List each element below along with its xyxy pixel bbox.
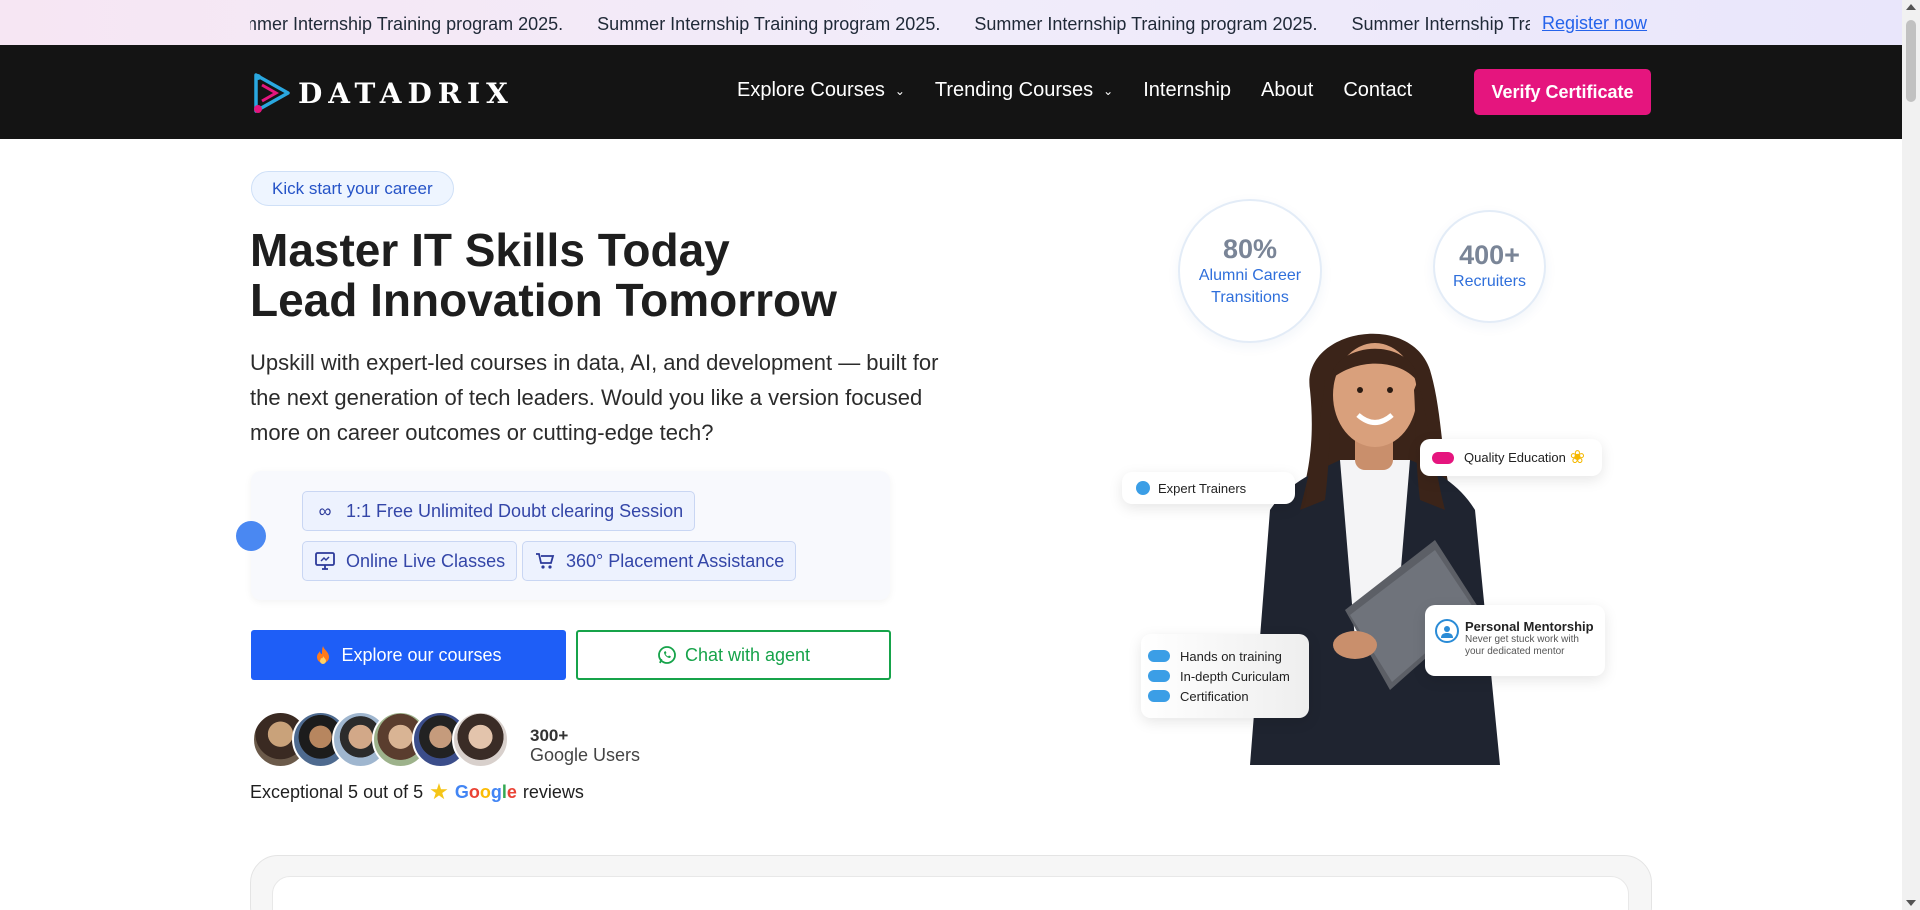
review-suffix: reviews xyxy=(522,781,584,802)
avatar xyxy=(452,711,509,768)
page-scrollbar[interactable] xyxy=(1902,0,1920,910)
nav-trending-courses[interactable]: Trending Courses ⌄ xyxy=(935,79,1113,102)
stat-value: 80% xyxy=(1222,233,1278,264)
users-count: 300+ xyxy=(530,726,569,745)
explore-courses-button[interactable]: Explore our courses xyxy=(251,630,566,680)
register-now-link[interactable]: Register now xyxy=(1542,13,1647,34)
google-reviews: Exceptional 5 out of 5 ★ Google reviews xyxy=(250,779,584,805)
cart-icon xyxy=(534,550,556,572)
floating-blue-dot xyxy=(236,521,266,551)
pill-icon xyxy=(1148,670,1170,682)
logo-text: DATADRIX xyxy=(298,76,514,110)
hero-title: Master IT Skills Today Lead Innovation T… xyxy=(250,225,837,325)
checklist-label: In-depth Curiculam xyxy=(1180,668,1290,684)
stat-value: 400+ xyxy=(1459,240,1520,270)
users-label: Google Users xyxy=(530,745,641,765)
logo-mark-icon xyxy=(254,73,290,113)
infinity-icon: ∞ xyxy=(318,500,332,521)
stat-label: Recruiters xyxy=(1453,273,1526,290)
google-letter: G xyxy=(454,781,469,802)
hero-subtitle: Upskill with expert-led courses in data,… xyxy=(250,350,939,445)
checklist-card: Hands on training In-depth Curiculam Cer… xyxy=(1141,634,1309,718)
fire-icon xyxy=(317,646,330,664)
quality-education-label: Quality Education xyxy=(1464,450,1566,465)
feature-placement-assistance: 360° Placement Assistance xyxy=(522,541,797,581)
review-prefix: Exceptional 5 out of 5 xyxy=(250,781,424,802)
google-letter: e xyxy=(506,781,517,802)
whatsapp-icon xyxy=(658,646,676,664)
feature-online-live-classes: Online Live Classes xyxy=(302,541,518,581)
hero-title-line1: Master IT Skills Today xyxy=(250,224,730,276)
nav-link-label: Contact xyxy=(1343,79,1413,101)
expert-trainers-card: Expert Trainers xyxy=(1122,472,1295,504)
checklist-item: In-depth Curiculam xyxy=(1148,669,1290,684)
features-box: ∞ 1:1 Free Unlimited Doubt clearing Sess… xyxy=(251,471,890,600)
feature-doubt-clearing: ∞ 1:1 Free Unlimited Doubt clearing Sess… xyxy=(302,491,696,531)
checklist-label: Certification xyxy=(1180,688,1249,704)
expert-trainers-label: Expert Trainers xyxy=(1158,480,1247,496)
feature-label: Online Live Classes xyxy=(346,550,506,571)
ticker-item: Summer Internship Training program 2025. xyxy=(597,14,941,34)
dot-icon xyxy=(1136,481,1150,495)
ticker-track: Summer Internship Training program 2025.… xyxy=(250,0,1530,45)
hero-title-line2: Lead Innovation Tomorrow xyxy=(250,274,837,326)
mentorship-title: Personal Mentorship xyxy=(1465,619,1594,634)
nav-link-label: Internship xyxy=(1143,79,1232,101)
chevron-down-icon: ⌄ xyxy=(894,83,905,98)
announcement-ticker: Summer Internship Training program 2025.… xyxy=(0,0,1902,45)
scrollbar-thumb[interactable] xyxy=(1906,20,1916,102)
nav-link-label: About xyxy=(1261,79,1314,101)
nav-explore-courses[interactable]: Explore Courses ⌄ xyxy=(737,79,905,102)
ticker-item: Summer Internship Training program 2025. xyxy=(974,14,1318,34)
personal-mentorship-card: Personal Mentorship Never get stuck work… xyxy=(1425,605,1605,676)
next-section-inner-card xyxy=(272,876,1629,910)
scroll-up-icon[interactable] xyxy=(1906,4,1916,10)
nav-links: Explore Courses ⌄ Trending Courses ⌄ Int… xyxy=(737,79,1442,102)
brand-logo[interactable]: DATADRIX xyxy=(252,69,514,117)
google-wordmark: Google xyxy=(455,782,517,803)
nav-about[interactable]: About xyxy=(1261,79,1313,102)
ticker-item: Summer Internship Training program 2025. xyxy=(1351,14,1530,34)
google-letter: g xyxy=(490,781,502,802)
pill-icon xyxy=(1148,650,1170,662)
stat-label: Alumni Career Transitions xyxy=(1198,266,1302,306)
chat-with-agent-button[interactable]: Chat with agent xyxy=(576,630,891,680)
pill-icon xyxy=(1432,451,1454,464)
nav-link-label: Explore Courses xyxy=(737,79,885,101)
google-letter: o xyxy=(479,781,491,802)
feature-label: 360° Placement Assistance xyxy=(566,550,785,571)
ticker-item: Summer Internship Training program 2025. xyxy=(250,14,564,34)
pill-icon xyxy=(1148,690,1170,702)
checklist-item: Certification xyxy=(1148,689,1249,704)
stat-recruiters: 400+ Recruiters xyxy=(1433,210,1546,323)
nav-contact[interactable]: Contact xyxy=(1343,79,1412,102)
scroll-down-icon[interactable] xyxy=(1906,900,1916,906)
user-icon xyxy=(1435,619,1459,643)
quality-education-card: Quality Education ❀ xyxy=(1420,439,1602,476)
star-icon: ★ xyxy=(429,779,449,804)
feature-label: 1:1 Free Unlimited Doubt clearing Sessio… xyxy=(346,500,684,521)
verify-certificate-button[interactable]: Verify Certificate xyxy=(1474,69,1651,115)
nav-internship[interactable]: Internship xyxy=(1143,79,1231,102)
main-navbar: DATADRIX Explore Courses ⌄ Trending Cour… xyxy=(0,45,1902,139)
checklist-label: Hands on training xyxy=(1180,648,1282,664)
explore-courses-label: Explore our courses xyxy=(341,644,502,665)
chevron-down-icon: ⌄ xyxy=(1103,83,1114,98)
nav-link-label: Trending Courses xyxy=(934,79,1094,101)
kick-start-badge: Kick start your career xyxy=(251,171,454,206)
mentorship-description: Never get stuck work with your dedicated… xyxy=(1465,634,1579,657)
google-letter: o xyxy=(468,781,480,802)
chat-with-agent-label: Chat with agent xyxy=(684,644,811,665)
monitor-icon xyxy=(314,550,336,572)
award-ribbon-icon: ❀ xyxy=(1569,447,1585,467)
checklist-item: Hands on training xyxy=(1148,649,1282,664)
